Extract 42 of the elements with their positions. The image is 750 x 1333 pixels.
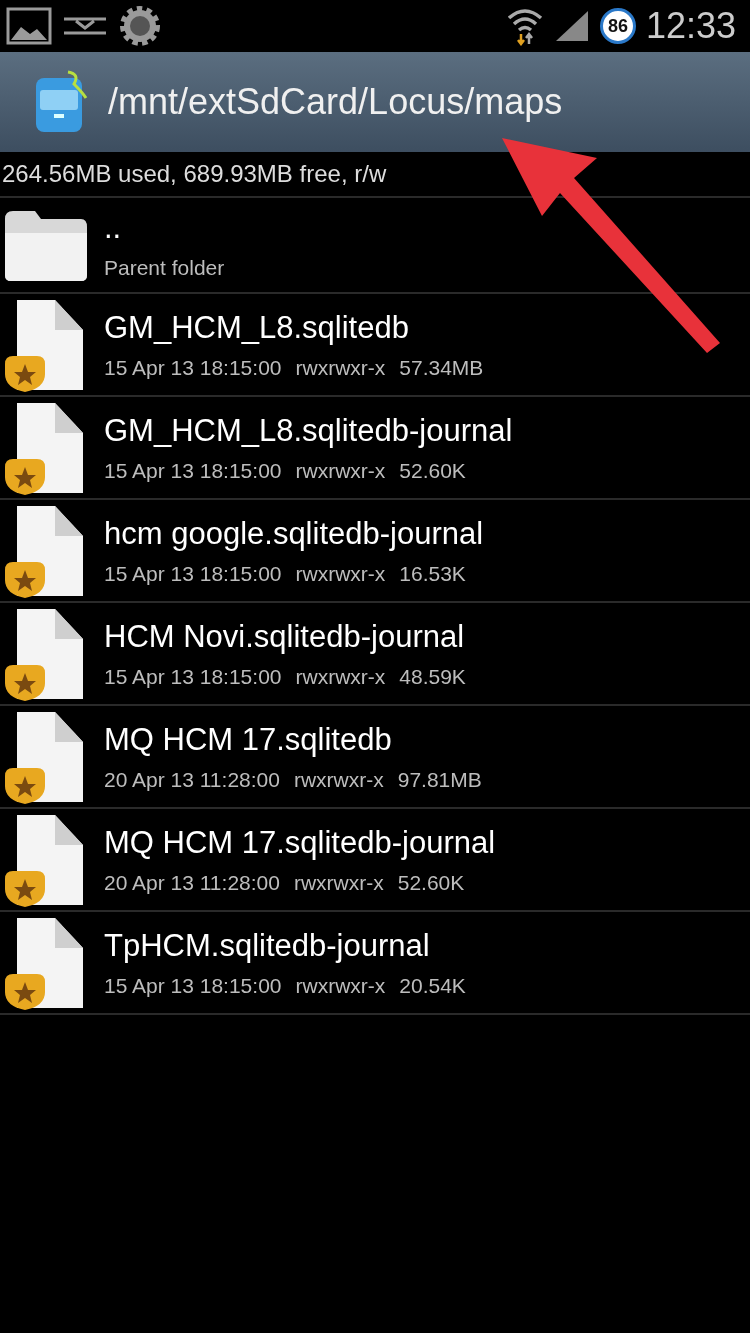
file-size: 52.60K bbox=[397, 870, 465, 895]
file-date: 15 Apr 13 18:15:00 bbox=[104, 355, 282, 380]
file-permissions: rwxrwxr-x bbox=[295, 458, 386, 483]
image-icon bbox=[6, 7, 52, 45]
file-name: GM_HCM_L8.sqlitedb bbox=[104, 309, 410, 346]
file-date: 15 Apr 13 18:15:00 bbox=[104, 664, 282, 689]
file-name: GM_HCM_L8.sqlitedb-journal bbox=[104, 412, 513, 449]
file-permissions: rwxrwxr-x bbox=[295, 973, 386, 998]
file-item[interactable]: MQ HCM 17.sqlitedb 20 Apr 13 11:28:00 rwxrwxr-x 97.81MB bbox=[0, 706, 750, 809]
battery-indicator: 86 bbox=[599, 8, 636, 44]
file-permissions: rwxrwxr-x bbox=[293, 870, 384, 895]
file-name: .. bbox=[104, 210, 123, 246]
file-permissions: rwxrwxr-x bbox=[295, 355, 386, 380]
file-name: MQ HCM 17.sqlitedb bbox=[104, 721, 393, 758]
file-size: 57.34MB bbox=[399, 355, 484, 380]
file-item[interactable]: MQ HCM 17.sqlitedb-journal 20 Apr 13 11:28:00 rwxrwxr-x 52.60K bbox=[0, 809, 750, 912]
file-item[interactable]: TpHCM.sqlitedb-journal 15 Apr 13 18:15:00 rwxrwxr-x 20.54K bbox=[0, 912, 750, 1015]
folder-path: /mnt/extSdCard/Locus/maps bbox=[108, 81, 563, 123]
file-size: 20.54K bbox=[399, 973, 466, 998]
file-name: MQ HCM 17.sqlitedb-journal bbox=[104, 824, 496, 861]
wifi-icon bbox=[505, 6, 544, 46]
file-size: 52.60K bbox=[399, 458, 466, 483]
file-date: 15 Apr 13 18:15:00 bbox=[104, 973, 282, 998]
file-date: 20 Apr 13 11:28:00 bbox=[104, 767, 280, 792]
file-size: 16.53K bbox=[399, 561, 466, 586]
file-date: 15 Apr 13 18:15:00 bbox=[104, 458, 282, 483]
file-size: 48.59K bbox=[399, 664, 466, 689]
file-permissions: rwxrwxr-x bbox=[295, 664, 386, 689]
file-permissions: rwxrwxr-x bbox=[293, 767, 384, 792]
file-name: hcm google.sqlitedb-journal bbox=[104, 515, 484, 552]
file-item[interactable]: HCM Novi.sqlitedb-journal 15 Apr 13 18:15:00 rwxrwxr-x 48.59K bbox=[0, 603, 750, 706]
file-name: HCM Novi.sqlitedb-journal bbox=[104, 618, 466, 655]
gear-icon bbox=[118, 4, 162, 48]
clock-time: 12:33 bbox=[645, 5, 736, 47]
file-date: 20 Apr 13 11:28:00 bbox=[104, 870, 280, 895]
file-item[interactable]: hcm google.sqlitedb-journal 15 Apr 13 18:15:00 rwxrwxr-x 16.53K bbox=[0, 500, 750, 603]
file-size: 97.81MB bbox=[397, 767, 482, 792]
file-permissions: rwxrwxr-x bbox=[295, 561, 386, 586]
file-item[interactable]: GM_HCM_L8.sqlitedb-journal 15 Apr 13 18:15:00 rwxrwxr-x 52.60K bbox=[0, 397, 750, 500]
file-name: TpHCM.sqlitedb-journal bbox=[104, 927, 431, 964]
file-date: 15 Apr 13 18:15:00 bbox=[104, 561, 282, 586]
item-description: Parent folder bbox=[104, 256, 225, 280]
